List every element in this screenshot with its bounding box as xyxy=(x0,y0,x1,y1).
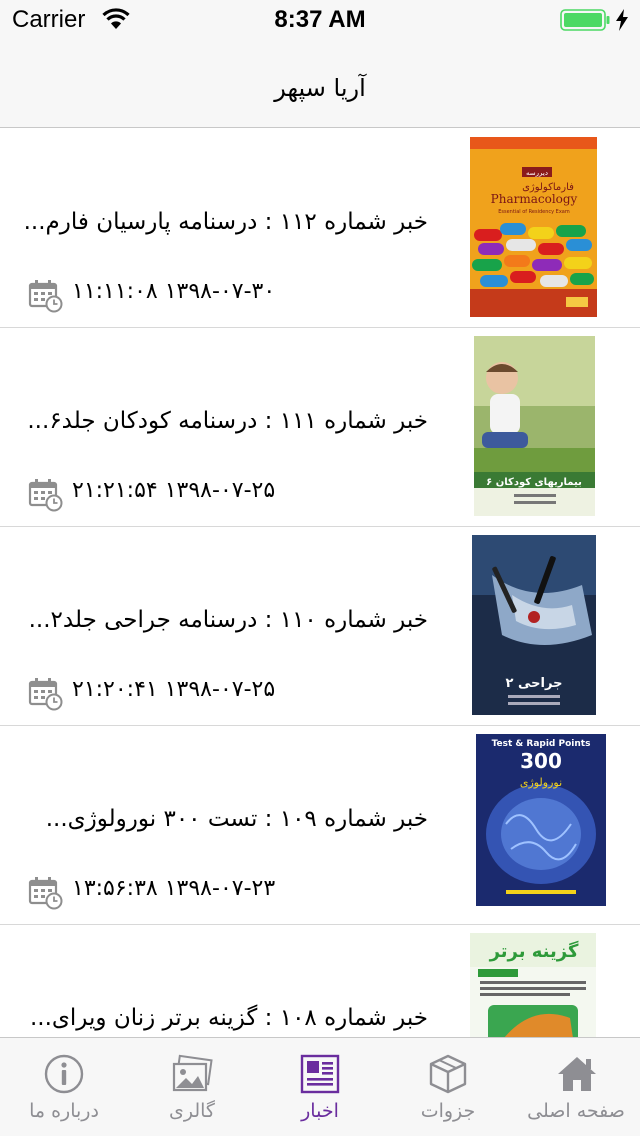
news-thumbnail: گزینه برتر xyxy=(470,933,596,1037)
info-icon xyxy=(44,1054,84,1094)
cover-subtitle: Essential of Residency Exam xyxy=(498,209,570,215)
tab-news[interactable]: اخبار xyxy=(256,1038,384,1136)
tab-label: درباره ما xyxy=(29,1100,99,1122)
cover-header: Test & Rapid Points xyxy=(492,739,591,749)
tab-label: صفحه اصلی xyxy=(527,1100,625,1122)
news-date: ۱۳۹۸-۰۷-۲۵ ۲۱:۲۰:۴۱ xyxy=(72,677,276,702)
cover-title-fa: بیماریهای کودکان ۶ xyxy=(486,477,582,488)
clock: 8:37 AM xyxy=(274,6,366,33)
calendar-clock-icon xyxy=(28,877,63,910)
tab-label: گالری xyxy=(169,1100,215,1122)
charging-icon xyxy=(616,9,628,31)
navigation-bar: آریا سپهر xyxy=(0,40,640,128)
news-thumbnail: دیررسه فارماکولوژی Pharmacology Essentia… xyxy=(470,137,597,317)
news-title: خبر شماره ۱۰۸ : گزینه برتر زنان ویرای... xyxy=(29,1005,428,1031)
news-title: خبر شماره ۱۱۰ : درسنامه جراحی جلد۲... xyxy=(28,607,428,633)
home-icon xyxy=(558,1057,596,1091)
cover-title-fa: جراحی ۲ xyxy=(506,676,563,691)
news-item[interactable]: خبر شماره ۱۰۹ : تست ۳۰۰ نورولوژی... ۱۳۹۸… xyxy=(0,726,640,925)
status-bar: Carrier 8:37 AM xyxy=(0,0,640,40)
calendar-clock-icon xyxy=(28,280,63,313)
tab-label: اخبار xyxy=(301,1100,339,1122)
tab-gallery[interactable]: گالری xyxy=(128,1038,256,1136)
page-title: آریا سپهر xyxy=(274,74,366,102)
cover-title-en: Pharmacology xyxy=(491,192,578,206)
news-title: خبر شماره ۱۰۹ : تست ۳۰۰ نورولوژی... xyxy=(45,806,428,832)
battery-icon xyxy=(560,9,610,31)
tab-label: جزوات xyxy=(420,1100,476,1122)
news-item[interactable]: خبر شماره ۱۱۱ : درسنامه کودکان جلد۶... ۱… xyxy=(0,328,640,527)
cover-title-fa: گزینه برتر xyxy=(489,940,579,962)
cover-badge: دیررسه xyxy=(526,169,548,177)
box-icon xyxy=(429,1054,467,1094)
news-date: ۱۳۹۸-۰۷-۳۰ ۱۱:۱۱:۰۸ xyxy=(72,279,276,304)
news-date: ۱۳۹۸-۰۷-۲۳ ۱۳:۵۶:۳۸ xyxy=(72,876,276,901)
news-title: خبر شماره ۱۱۲ : درسنامه پارسیان فارم... xyxy=(23,209,428,235)
gallery-icon xyxy=(172,1054,213,1092)
tab-about-us[interactable]: درباره ما xyxy=(0,1038,128,1136)
cover-title-fa: نورولوژی xyxy=(520,776,562,789)
news-thumbnail: بیماریهای کودکان ۶ xyxy=(474,336,595,516)
news-item[interactable]: خبر شماره ۱۱۰ : درسنامه جراحی جلد۲... ۱۳… xyxy=(0,527,640,726)
news-item[interactable]: خبر شماره ۱۱۲ : درسنامه پارسیان فارم... … xyxy=(0,129,640,328)
news-list[interactable]: خبر شماره ۱۱۲ : درسنامه پارسیان فارم... … xyxy=(0,129,640,1037)
news-item[interactable]: خبر شماره ۱۰۸ : گزینه برتر زنان ویرای...… xyxy=(0,925,640,1037)
tab-booklets[interactable]: جزوات xyxy=(384,1038,512,1136)
cover-number: 300 xyxy=(520,749,562,773)
calendar-clock-icon xyxy=(28,479,63,512)
news-icon xyxy=(300,1054,340,1094)
news-thumbnail: Test & Rapid Points 300 نورولوژی xyxy=(476,734,606,914)
calendar-clock-icon xyxy=(28,678,63,711)
tab-home[interactable]: صفحه اصلی xyxy=(512,1038,640,1136)
news-thumbnail: جراحی ۲ xyxy=(472,535,596,715)
tab-bar: درباره ما گالری اخبار جزوات صفحه اصلی xyxy=(0,1037,640,1136)
news-title: خبر شماره ۱۱۱ : درسنامه کودکان جلد۶... xyxy=(27,408,428,434)
news-date: ۱۳۹۸-۰۷-۲۵ ۲۱:۲۱:۵۴ xyxy=(72,478,276,503)
